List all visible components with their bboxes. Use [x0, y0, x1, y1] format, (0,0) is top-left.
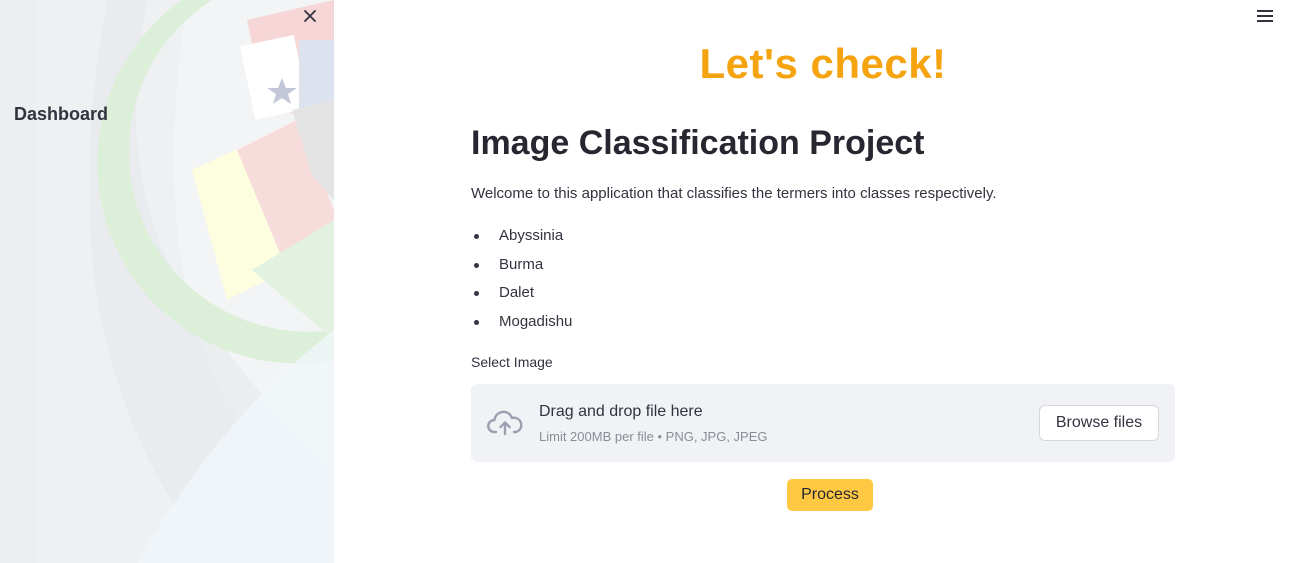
- sidebar-title: Dashboard: [14, 104, 109, 124]
- close-icon: [304, 10, 316, 22]
- hamburger-menu-icon: [1257, 10, 1273, 22]
- class-label: Mogadishu: [499, 313, 573, 331]
- process-button[interactable]: Process: [787, 479, 873, 511]
- dropzone-title: Drag and drop file here: [539, 403, 703, 420]
- list-item: Burma: [471, 255, 572, 284]
- cloud-upload-icon: [487, 410, 523, 436]
- main-menu-button[interactable]: [1254, 5, 1276, 27]
- upload-label: Select Image: [471, 354, 553, 370]
- browse-files-button[interactable]: Browse files: [1039, 405, 1159, 441]
- class-label: Burma: [499, 255, 544, 273]
- list-item: Abyssinia: [471, 226, 572, 255]
- intro-text: Welcome to this application that classif…: [471, 185, 997, 202]
- sidebar-background-image: [37, 0, 334, 563]
- class-list: Abyssinia Burma Dalet Mogadishu: [471, 226, 572, 341]
- bullet-icon: [474, 291, 479, 297]
- hero-heading: Let's check!: [699, 40, 947, 87]
- bullet-icon: [474, 234, 479, 239]
- dropzone-limit-text: Limit 200MB per file • PNG, JPG, JPEG: [539, 429, 768, 444]
- page-title: Image Classification Project: [471, 124, 925, 162]
- list-item: Dalet: [471, 283, 572, 312]
- close-sidebar-button[interactable]: [298, 4, 322, 28]
- bullet-icon: [474, 320, 479, 326]
- list-item: Mogadishu: [471, 312, 572, 341]
- file-dropzone[interactable]: Drag and drop file here Limit 200MB per …: [471, 384, 1175, 462]
- sidebar-edge: [0, 0, 37, 563]
- class-label: Abyssinia: [499, 227, 564, 244]
- bullet-icon: [474, 262, 479, 268]
- sidebar: Dashboard: [0, 0, 334, 563]
- class-label: Dalet: [499, 284, 535, 302]
